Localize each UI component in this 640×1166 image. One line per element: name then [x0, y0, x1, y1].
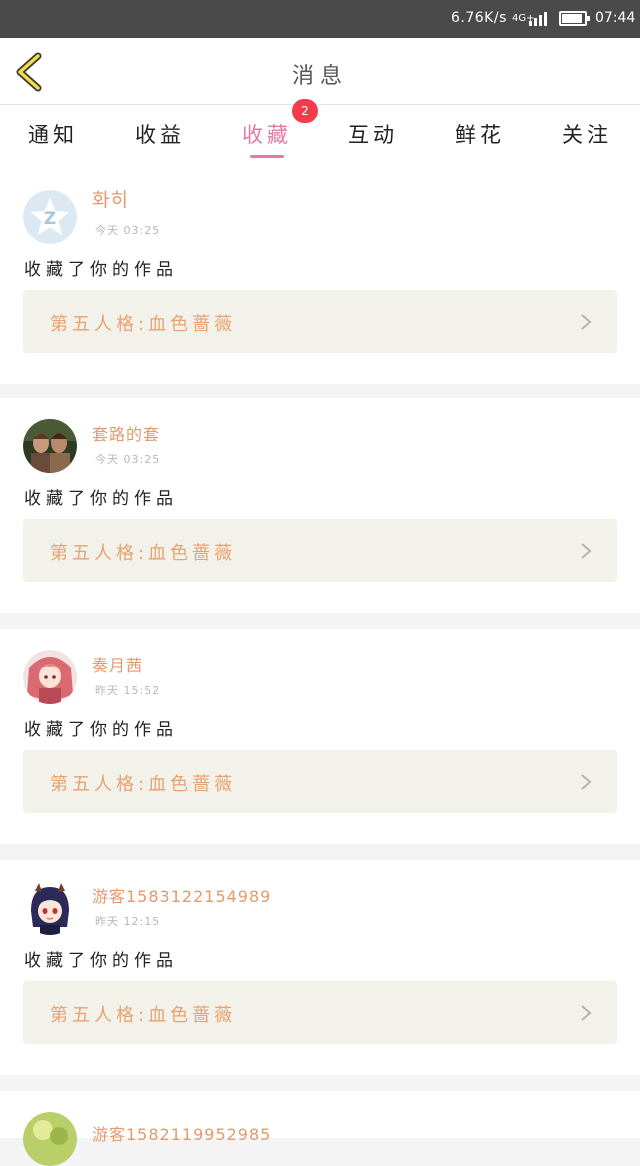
tab-earnings[interactable]: 收益	[115, 119, 205, 149]
tab-flowers[interactable]: 鲜花	[435, 119, 525, 149]
anime-avatar	[23, 881, 77, 935]
timestamp: 昨天 15:52	[95, 684, 161, 697]
work-title: 第五人格:血色蔷薇	[50, 1005, 237, 1026]
anime-avatar	[23, 650, 77, 704]
username[interactable]: 套路的套	[92, 421, 160, 445]
username[interactable]: 游客1582119952985	[92, 1121, 271, 1145]
chevron-right-icon	[581, 314, 592, 330]
avatar[interactable]	[23, 1112, 77, 1166]
list-item[interactable]: 奏月茜 昨天 15:52 收藏了你的作品 第五人格:血色蔷薇	[0, 629, 640, 844]
work-link[interactable]: 第五人格:血色蔷薇	[23, 519, 617, 582]
username[interactable]: 화히	[92, 185, 129, 212]
list-item[interactable]: 套路的套 今天 03:25 收藏了你的作品 第五人格:血色蔷薇	[0, 398, 640, 613]
work-link[interactable]: 第五人格:血色蔷薇	[23, 750, 617, 813]
work-link[interactable]: 第五人格:血色蔷薇	[23, 981, 617, 1044]
tab-notifications[interactable]: 通知	[8, 119, 98, 149]
timestamp: 今天 03:25	[95, 224, 161, 237]
chevron-right-icon	[581, 1005, 592, 1021]
svg-text:Z: Z	[44, 209, 56, 229]
tab-favorites-label: 收藏	[242, 123, 292, 147]
network-speed: 6.76K/s	[451, 10, 507, 26]
work-title: 第五人格:血色蔷薇	[50, 543, 237, 564]
avatar[interactable]	[23, 419, 77, 473]
timestamp: 昨天 12:15	[95, 915, 161, 928]
action-text: 收藏了你的作品	[24, 260, 178, 280]
flower-avatar	[23, 1112, 77, 1166]
tab-bar: 通知 收益 收藏 2 互动 鲜花 关注	[0, 99, 640, 169]
page-title: 消息	[291, 64, 348, 89]
signal-icon	[529, 10, 551, 26]
list-item[interactable]: 游客1582119952985	[0, 1091, 640, 1166]
tab-interactions[interactable]: 互动	[328, 119, 418, 149]
tab-favorites[interactable]: 收藏	[222, 119, 312, 149]
action-text: 收藏了你的作品	[24, 951, 178, 971]
chevron-right-icon	[581, 543, 592, 559]
avatar[interactable]: Z	[23, 190, 77, 244]
work-title: 第五人格:血色蔷薇	[50, 314, 237, 335]
clock: 07:44	[595, 10, 636, 26]
timestamp: 今天 03:25	[95, 453, 161, 466]
battery-icon	[559, 11, 590, 26]
status-bar: 6.76K/s 4G+ 07:44	[0, 0, 640, 38]
tab-following[interactable]: 关注	[542, 119, 632, 149]
username[interactable]: 奏月茜	[92, 652, 143, 676]
avatar[interactable]	[23, 650, 77, 704]
top-bar: 消息	[0, 38, 640, 105]
active-tab-indicator	[250, 155, 284, 158]
username[interactable]: 游客1583122154989	[92, 883, 271, 907]
list-item[interactable]: Z 화히 今天 03:25 收藏了你的作品 第五人格:血色蔷薇	[0, 169, 640, 384]
list-item[interactable]: 游客1583122154989 昨天 12:15 收藏了你的作品 第五人格:血色…	[0, 860, 640, 1075]
avatar[interactable]	[23, 881, 77, 935]
work-link[interactable]: 第五人格:血色蔷薇	[23, 290, 617, 353]
action-text: 收藏了你的作品	[24, 720, 178, 740]
qq-avatar-icon: Z	[23, 190, 77, 244]
photo-avatar	[23, 419, 77, 473]
action-text: 收藏了你的作品	[24, 489, 178, 509]
unread-badge: 2	[292, 99, 318, 123]
work-title: 第五人格:血色蔷薇	[50, 774, 237, 795]
chevron-right-icon	[581, 774, 592, 790]
